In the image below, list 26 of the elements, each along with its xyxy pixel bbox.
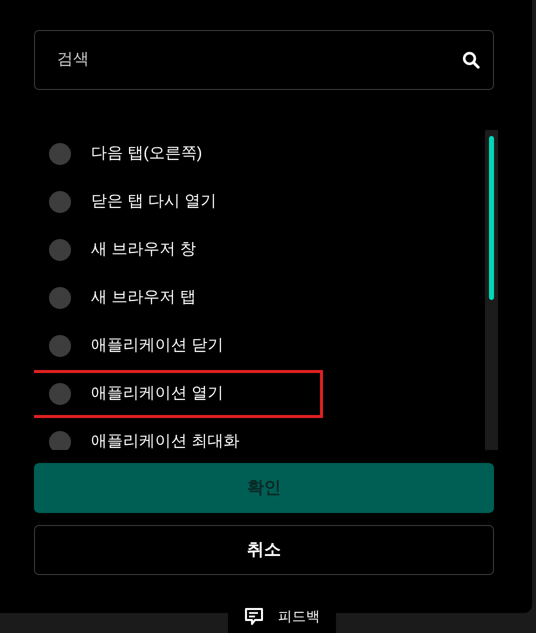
scrollbar[interactable] [485, 130, 498, 450]
option-item[interactable]: 새 브라우저 창 [34, 226, 323, 274]
option-label: 애플리케이션 열기 [91, 384, 224, 404]
radio-button[interactable] [49, 239, 71, 261]
cancel-button[interactable]: 취소 [34, 525, 494, 575]
radio-button[interactable] [49, 287, 71, 309]
search-field[interactable]: 검색 [34, 30, 494, 90]
option-item[interactable]: 닫은 탭 다시 열기 [34, 178, 323, 226]
option-item[interactable]: 애플리케이션 닫기 [34, 322, 323, 370]
option-item[interactable]: 다음 탭(오른쪽) [34, 130, 323, 178]
radio-button[interactable] [49, 383, 71, 405]
option-item[interactable]: 애플리케이션 최대화 [34, 418, 323, 450]
option-label: 닫은 탭 다시 열기 [91, 192, 216, 212]
radio-button[interactable] [49, 143, 71, 165]
option-item[interactable]: 새 브라우저 탭 [34, 274, 323, 322]
option-label: 애플리케이션 최대화 [91, 432, 240, 450]
speech-bubble-icon [244, 607, 264, 626]
radio-button[interactable] [49, 431, 71, 450]
option-label: 새 브라우저 탭 [91, 288, 196, 308]
option-item[interactable]: 애플리케이션 열기 [34, 370, 323, 418]
search-icon[interactable] [462, 51, 480, 69]
option-label: 다음 탭(오른쪽) [91, 144, 202, 164]
radio-button[interactable] [49, 335, 71, 357]
radio-button[interactable] [49, 191, 71, 213]
option-label: 애플리케이션 닫기 [91, 336, 224, 356]
option-label: 새 브라우저 창 [91, 240, 196, 260]
